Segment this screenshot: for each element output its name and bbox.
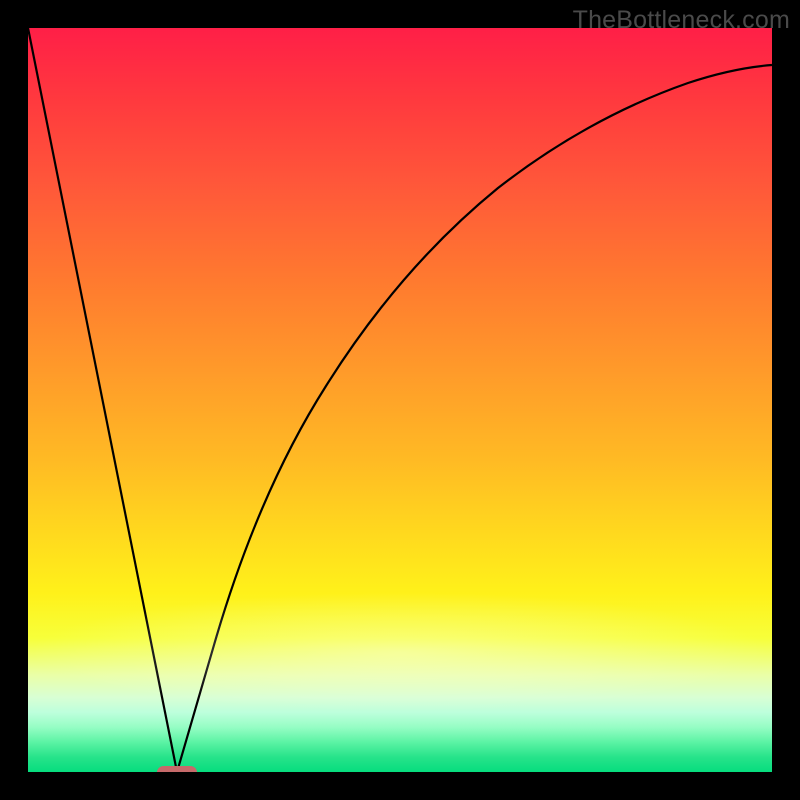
curve-left-branch: [28, 28, 177, 772]
chart-frame: TheBottleneck.com: [0, 0, 800, 800]
watermark-text: TheBottleneck.com: [573, 6, 790, 35]
plot-area: [28, 28, 772, 772]
bottleneck-curve: [28, 28, 772, 772]
curve-right-branch: [177, 65, 772, 772]
bottleneck-marker: [157, 766, 197, 772]
